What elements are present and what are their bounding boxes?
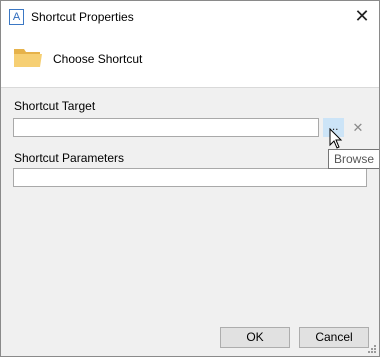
close-button[interactable]: ✕: [351, 6, 373, 28]
shortcut-target-input[interactable]: [13, 118, 319, 137]
window-title: Shortcut Properties: [31, 10, 134, 24]
header-title: Choose Shortcut: [53, 52, 143, 66]
app-icon: A: [9, 9, 24, 25]
dialog-header: Choose Shortcut: [1, 33, 379, 88]
title-bar: A Shortcut Properties ✕: [1, 1, 379, 33]
shortcut-parameters-input[interactable]: [13, 168, 367, 187]
folder-icon: [14, 49, 42, 67]
ok-button[interactable]: OK: [220, 327, 290, 348]
shortcut-properties-dialog: A Shortcut Properties ✕ Choose Shortcut …: [0, 0, 380, 357]
cancel-button[interactable]: Cancel: [299, 327, 369, 348]
browse-tooltip: Browse: [328, 149, 379, 169]
shortcut-parameters-label: Shortcut Parameters: [14, 151, 125, 165]
shortcut-target-label: Shortcut Target: [14, 99, 96, 113]
mouse-cursor-icon: [329, 128, 343, 149]
resize-grip-icon[interactable]: [367, 344, 377, 354]
clear-icon[interactable]: ✕: [349, 118, 367, 137]
